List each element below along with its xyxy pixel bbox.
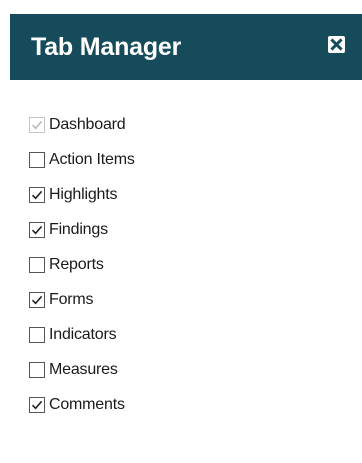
tab-label-dashboard: Dashboard: [49, 115, 126, 133]
check-icon: [31, 295, 43, 304]
tab-option-findings[interactable]: Findings: [29, 212, 135, 247]
tab-checkbox-findings[interactable]: [29, 221, 45, 238]
tab-option-comments[interactable]: Comments: [29, 387, 135, 422]
tab-label-reports: Reports: [49, 255, 104, 273]
tab-checkbox-forms[interactable]: [29, 291, 45, 308]
tab-checkbox-indicators[interactable]: [29, 326, 45, 343]
tab-manager-panel: Tab Manager Dashboard Action Items Highl…: [0, 0, 362, 463]
tab-checkbox-measures[interactable]: [29, 361, 45, 378]
tab-checkbox-list: Dashboard Action Items Highlights Findin…: [29, 107, 135, 422]
check-icon: [31, 120, 43, 129]
tab-option-measures[interactable]: Measures: [29, 352, 135, 387]
tab-option-indicators[interactable]: Indicators: [29, 317, 135, 352]
check-icon: [31, 190, 43, 199]
tab-option-action-items[interactable]: Action Items: [29, 142, 135, 177]
tab-option-reports[interactable]: Reports: [29, 247, 135, 282]
panel-header: Tab Manager: [10, 14, 362, 80]
close-icon: [328, 36, 345, 53]
tab-checkbox-reports[interactable]: [29, 256, 45, 273]
tab-label-findings: Findings: [49, 220, 108, 238]
tab-checkbox-comments[interactable]: [29, 396, 45, 413]
panel-title: Tab Manager: [31, 33, 182, 61]
tab-option-forms[interactable]: Forms: [29, 282, 135, 317]
tab-checkbox-highlights[interactable]: [29, 186, 45, 203]
tab-label-indicators: Indicators: [49, 325, 117, 343]
tab-checkbox-dashboard: [29, 116, 45, 133]
tab-label-measures: Measures: [49, 360, 118, 378]
tab-label-comments: Comments: [49, 395, 125, 413]
tab-label-highlights: Highlights: [49, 185, 118, 203]
tab-label-forms: Forms: [49, 290, 94, 308]
close-button[interactable]: [328, 36, 345, 53]
tab-label-action-items: Action Items: [49, 150, 135, 168]
tab-option-highlights[interactable]: Highlights: [29, 177, 135, 212]
check-icon: [31, 225, 43, 234]
check-icon: [31, 400, 43, 409]
tab-checkbox-action-items[interactable]: [29, 151, 45, 168]
tab-option-dashboard: Dashboard: [29, 107, 135, 142]
